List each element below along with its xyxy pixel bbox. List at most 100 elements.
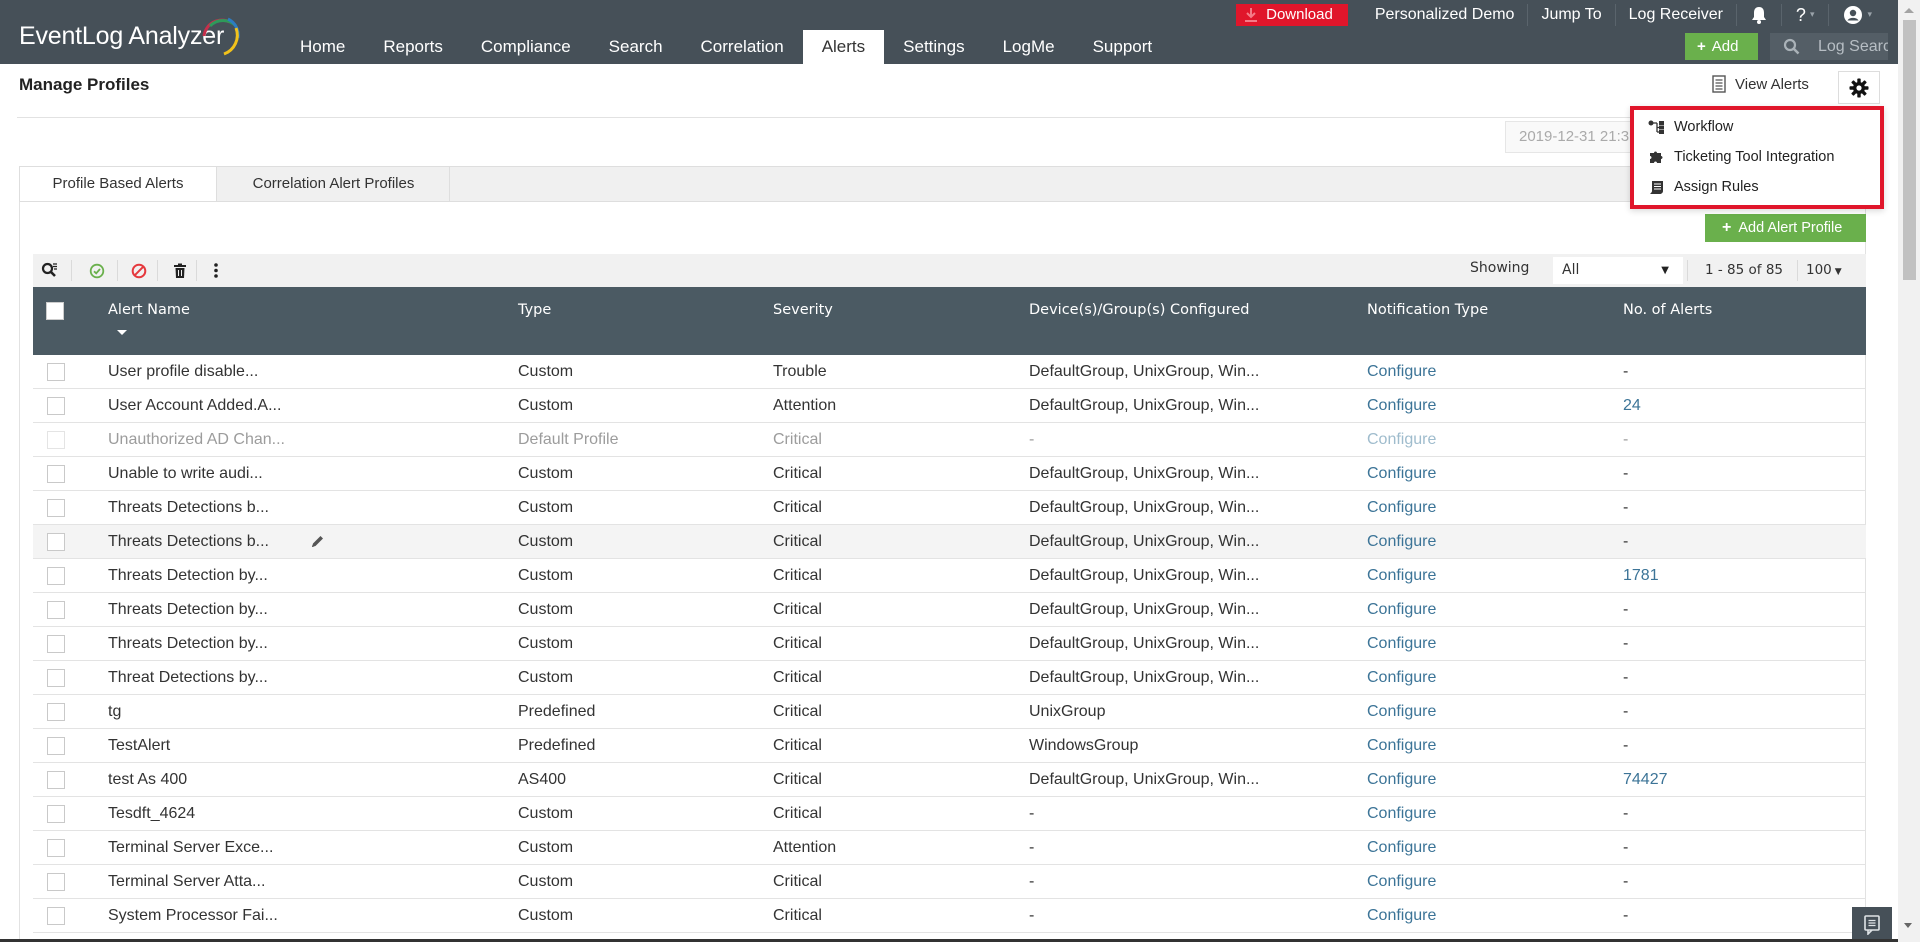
row-checkbox[interactable] [47, 601, 65, 619]
settings-gear-button[interactable] [1838, 71, 1880, 104]
row-checkbox[interactable] [47, 805, 65, 823]
menu-item-ticketing-tool-integration[interactable]: Ticketing Tool Integration [1648, 146, 1834, 168]
alert-name-cell[interactable]: System Processor Fai... [108, 899, 278, 932]
alert-name-cell[interactable]: TestAlert [108, 729, 170, 762]
configure-notification-link[interactable]: Configure [1367, 831, 1436, 864]
alert-name-cell[interactable]: Unable to write audi... [108, 457, 263, 490]
row-checkbox[interactable] [47, 465, 65, 483]
alert-name-cell[interactable]: Terminal Server Atta... [108, 865, 265, 898]
showing-filter-select[interactable]: All ▼ [1553, 257, 1683, 284]
nav-reports[interactable]: Reports [364, 30, 462, 64]
filter-search-button[interactable] [41, 262, 58, 279]
menu-item-assign-rules[interactable]: Assign Rules [1648, 176, 1759, 198]
table-row[interactable]: User Account Added.A... Custom Attention De… [33, 389, 1866, 423]
configure-notification-link[interactable]: Configure [1367, 899, 1436, 932]
column-header-devices[interactable]: Device(s)/Group(s) Configured [1029, 302, 1249, 318]
tab-profile-based-alerts[interactable]: Profile Based Alerts [20, 167, 217, 202]
view-alerts-link[interactable]: View Alerts [1712, 75, 1809, 93]
table-row[interactable]: Terminal Server Exce... Custom Attention - C… [33, 831, 1866, 865]
configure-notification-link[interactable]: Configure [1367, 559, 1436, 592]
configure-notification-link[interactable]: Configure [1367, 627, 1436, 660]
alert-name-cell[interactable]: Threats Detections b... [108, 491, 269, 524]
delete-button[interactable] [173, 262, 187, 279]
alert-name-cell[interactable]: Threats Detections b... [108, 525, 269, 558]
page-scrollbar[interactable] [1898, 0, 1920, 942]
nav-settings[interactable]: Settings [884, 30, 983, 64]
row-checkbox[interactable] [47, 431, 65, 449]
log-receiver-link[interactable]: Log Receiver [1614, 4, 1736, 26]
configure-notification-link[interactable]: Configure [1367, 797, 1436, 830]
alert-name-cell[interactable]: Threats Detection by... [108, 559, 268, 592]
row-checkbox[interactable] [47, 567, 65, 585]
alert-name-cell[interactable]: Threats Detection by... [108, 593, 268, 626]
nav-correlation[interactable]: Correlation [682, 30, 803, 64]
per-page-select[interactable]: 100 ▼ [1806, 262, 1842, 278]
row-checkbox[interactable] [47, 635, 65, 653]
table-row[interactable]: System Processor Fai... Custom Critical - Co… [33, 899, 1866, 933]
more-actions-button[interactable] [214, 262, 218, 279]
table-row[interactable]: Terminal Server Atta... Custom Critical - Co… [33, 865, 1866, 899]
alert-name-cell[interactable]: Unauthorized AD Chan... [108, 423, 285, 456]
alert-count-cell[interactable]: 74427 [1623, 763, 1668, 796]
app-logo[interactable]: EventLog Analyzer [19, 22, 224, 51]
configure-notification-link[interactable]: Configure [1367, 491, 1436, 524]
configure-notification-link[interactable]: Configure [1367, 593, 1436, 626]
chat-button[interactable] [1852, 907, 1892, 942]
table-row[interactable]: Threats Detection by... Custom Critical Def… [33, 593, 1866, 627]
configure-notification-link[interactable]: Configure [1367, 695, 1436, 728]
table-row[interactable]: Threat Detections by... Custom Critical Def… [33, 661, 1866, 695]
table-row[interactable]: tg Predefined Critical UnixGroup Configure - [33, 695, 1866, 729]
row-checkbox[interactable] [47, 397, 65, 415]
configure-notification-link[interactable]: Configure [1367, 729, 1436, 762]
personalized-demo-link[interactable]: Personalized Demo [1362, 4, 1528, 26]
row-checkbox[interactable] [47, 873, 65, 891]
alert-count-cell[interactable]: 1781 [1623, 559, 1659, 592]
alert-name-cell[interactable]: Threat Detections by... [108, 661, 268, 694]
row-checkbox[interactable] [47, 907, 65, 925]
table-row[interactable]: Tesdft_4624 Custom Critical - Configure - [33, 797, 1866, 831]
table-row[interactable]: User profile disable... Custom Trouble Defa… [33, 355, 1866, 389]
date-range-field[interactable]: 2019-12-31 21:3 [1505, 121, 1645, 153]
configure-notification-link[interactable]: Configure [1367, 661, 1436, 694]
alert-count-cell[interactable]: 24 [1623, 389, 1641, 422]
configure-notification-link[interactable]: Configure [1367, 865, 1436, 898]
column-header-type[interactable]: Type [518, 302, 551, 318]
row-checkbox[interactable] [47, 363, 65, 381]
configure-notification-link[interactable]: Configure [1367, 355, 1436, 388]
alert-name-cell[interactable]: tg [108, 695, 121, 728]
user-menu-button[interactable]: ▾ [1828, 4, 1876, 26]
alert-name-cell[interactable]: User Account Added.A... [108, 389, 281, 422]
enable-button[interactable] [89, 262, 105, 279]
table-row[interactable]: Threats Detection by... Custom Critical Def… [33, 627, 1866, 661]
row-checkbox[interactable] [47, 839, 65, 857]
sort-descending-icon[interactable] [117, 330, 127, 335]
pencil-edit-icon[interactable] [310, 534, 325, 549]
tab-correlation-alert-profiles[interactable]: Correlation Alert Profiles [218, 167, 450, 202]
alert-name-cell[interactable]: test As 400 [108, 763, 187, 796]
configure-notification-link[interactable]: Configure [1367, 525, 1436, 558]
nav-alerts[interactable]: Alerts [802, 30, 885, 64]
configure-notification-link[interactable]: Configure [1367, 763, 1436, 796]
row-checkbox[interactable] [47, 499, 65, 517]
row-checkbox[interactable] [47, 737, 65, 755]
menu-item-workflow[interactable]: Workflow [1648, 116, 1733, 138]
column-header-notification-type[interactable]: Notification Type [1367, 302, 1488, 318]
jump-to-link[interactable]: Jump To [1527, 4, 1614, 26]
table-row[interactable]: test As 400 AS400 Critical DefaultGroup, Un… [33, 763, 1866, 797]
column-header-alert-name[interactable]: Alert Name [108, 302, 190, 318]
scrollbar-thumb[interactable] [1903, 20, 1916, 280]
nav-support[interactable]: Support [1074, 30, 1172, 64]
nav-home[interactable]: Home [285, 30, 364, 64]
row-checkbox[interactable] [47, 533, 65, 551]
log-search-input[interactable] [1818, 33, 1888, 60]
table-row[interactable]: Threats Detection by... Custom Critical Def… [33, 559, 1866, 593]
add-alert-profile-button[interactable]: + Add Alert Profile [1705, 214, 1866, 242]
notifications-button[interactable] [1735, 4, 1781, 26]
column-header-alert-count[interactable]: No. of Alerts [1623, 302, 1712, 318]
alert-name-cell[interactable]: Terminal Server Exce... [108, 831, 273, 864]
nav-logme[interactable]: LogMe [984, 30, 1074, 64]
download-button[interactable]: Download [1236, 4, 1348, 26]
alert-name-cell[interactable]: User profile disable... [108, 355, 258, 388]
scroll-down-arrow-icon[interactable] [1904, 923, 1912, 928]
configure-notification-link[interactable]: Configure [1367, 389, 1436, 422]
